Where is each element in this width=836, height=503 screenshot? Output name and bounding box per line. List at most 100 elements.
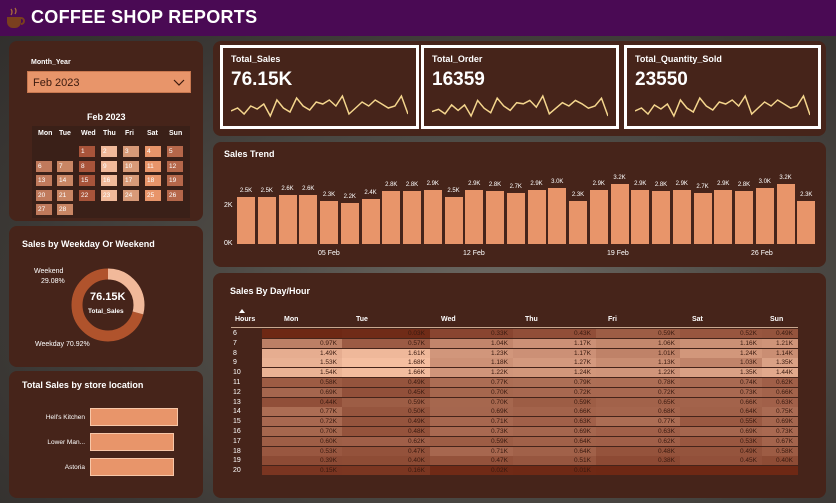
- heatmap-cell[interactable]: 0.77K: [430, 378, 513, 387]
- heatmap-cell[interactable]: [680, 466, 762, 476]
- trend-bar[interactable]: [237, 197, 255, 244]
- heatmap-cell[interactable]: 0.55K: [680, 417, 762, 427]
- heatmap-cell[interactable]: 1.17K: [513, 348, 596, 358]
- calendar-day[interactable]: 21: [57, 189, 73, 201]
- calendar-day[interactable]: 14: [57, 175, 73, 186]
- heatmap-cell[interactable]: 0.44K: [262, 397, 342, 407]
- trend-bar[interactable]: [382, 191, 401, 244]
- heatmap-cell[interactable]: 0.38K: [596, 456, 680, 466]
- heatmap-cell[interactable]: 0.72K: [596, 387, 680, 397]
- heatmap-cell[interactable]: 0.58K: [262, 378, 342, 387]
- heatmap-cell[interactable]: 1.22K: [430, 368, 513, 378]
- heatmap-cell[interactable]: 0.63K: [513, 417, 596, 427]
- heatmap-cell[interactable]: 0.77K: [596, 417, 680, 427]
- month-year-dropdown[interactable]: Feb 2023: [27, 71, 191, 93]
- heatmap-cell[interactable]: 0.49K: [680, 446, 762, 456]
- trend-bar[interactable]: [320, 200, 338, 244]
- heatmap-cell[interactable]: 1.13K: [596, 358, 680, 368]
- store-bar[interactable]: [90, 408, 178, 426]
- calendar-day[interactable]: 27: [36, 204, 52, 215]
- trend-bar[interactable]: [299, 195, 318, 244]
- heatmap-cell[interactable]: 0.72K: [513, 387, 596, 397]
- calendar-day[interactable]: 2: [101, 146, 117, 157]
- calendar-day[interactable]: 10: [123, 160, 139, 172]
- heatmap-cell[interactable]: [262, 329, 342, 338]
- heatmap-cell[interactable]: 1.18K: [430, 358, 513, 368]
- calendar-day[interactable]: 12: [167, 160, 183, 172]
- calendar-day[interactable]: 26: [167, 189, 183, 201]
- heatmap-cell[interactable]: 0.69K: [513, 427, 596, 436]
- heatmap-cell[interactable]: 0.50K: [342, 407, 430, 417]
- calendar-day[interactable]: 19: [167, 175, 183, 186]
- heatmap-cell[interactable]: 1.23K: [430, 348, 513, 358]
- heatmap-cell[interactable]: 0.49K: [762, 329, 798, 338]
- heatmap-cell[interactable]: 1.21K: [762, 338, 798, 348]
- trend-bar[interactable]: [361, 198, 380, 244]
- trend-bar[interactable]: [506, 193, 525, 244]
- heatmap-cell[interactable]: 0.49K: [342, 417, 430, 427]
- heatmap-cell[interactable]: 0.65K: [596, 397, 680, 407]
- heatmap-cell[interactable]: 0.53K: [262, 446, 342, 456]
- heatmap-cell[interactable]: 0.97K: [262, 338, 342, 348]
- heatmap-cell[interactable]: 1.14K: [762, 348, 798, 358]
- calendar-day[interactable]: 16: [101, 175, 117, 186]
- heatmap-cell[interactable]: 0.63K: [762, 397, 798, 407]
- trend-bar[interactable]: [693, 193, 712, 244]
- heatmap-cell[interactable]: 1.06K: [596, 338, 680, 348]
- heatmap-cell[interactable]: 0.62K: [762, 378, 798, 387]
- calendar-day[interactable]: 18: [145, 175, 161, 186]
- heatmap-cell[interactable]: 1.27K: [513, 358, 596, 368]
- heatmap-cell[interactable]: 0.45K: [342, 387, 430, 397]
- heatmap-cell[interactable]: 0.64K: [513, 436, 596, 446]
- calendar-day[interactable]: 3: [123, 146, 139, 157]
- heatmap-cell[interactable]: 0.49K: [342, 378, 430, 387]
- trend-bar[interactable]: [403, 191, 421, 244]
- heatmap-cell[interactable]: 0.63K: [596, 427, 680, 436]
- heatmap-cell[interactable]: 0.45K: [680, 456, 762, 466]
- heatmap-cell[interactable]: 0.60K: [262, 436, 342, 446]
- heatmap-cell[interactable]: 0.70K: [262, 427, 342, 436]
- trend-bar[interactable]: [610, 183, 629, 244]
- heatmap-cell[interactable]: 0.59K: [596, 329, 680, 338]
- heatmap-cell[interactable]: 0.67K: [762, 436, 798, 446]
- calendar-day[interactable]: 15: [79, 175, 95, 186]
- heatmap-cell[interactable]: 1.61K: [342, 348, 430, 358]
- heatmap-cell[interactable]: 0.64K: [513, 446, 596, 456]
- heatmap-cell[interactable]: 0.74K: [680, 378, 762, 387]
- heatmap-cell[interactable]: 1.22K: [596, 368, 680, 378]
- heatmap-cell[interactable]: 0.70K: [430, 387, 513, 397]
- heatmap-cell[interactable]: 0.71K: [430, 417, 513, 427]
- heatmap-cell[interactable]: 1.53K: [262, 358, 342, 368]
- calendar-day[interactable]: 5: [167, 146, 183, 157]
- heatmap-cell[interactable]: 1.24K: [680, 348, 762, 358]
- calendar-day[interactable]: 22: [79, 189, 95, 201]
- trend-bar[interactable]: [444, 197, 463, 244]
- heatmap-cell[interactable]: 1.66K: [342, 368, 430, 378]
- heatmap-cell[interactable]: 1.04K: [430, 338, 513, 348]
- calendar-day[interactable]: 24: [123, 189, 139, 201]
- trend-bar[interactable]: [569, 200, 587, 244]
- trend-bar[interactable]: [672, 189, 691, 244]
- heatmap-cell[interactable]: 0.68K: [596, 407, 680, 417]
- heatmap-cell[interactable]: 1.54K: [262, 368, 342, 378]
- heatmap-cell[interactable]: 0.03K: [342, 329, 430, 338]
- heatmap-cell[interactable]: 0.48K: [342, 427, 430, 436]
- heatmap-cell[interactable]: 0.43K: [513, 329, 596, 338]
- heatmap-cell[interactable]: 1.01K: [596, 348, 680, 358]
- heatmap-cell[interactable]: 1.16K: [680, 338, 762, 348]
- calendar-day[interactable]: 11: [145, 160, 161, 172]
- heatmap-cell[interactable]: 0.48K: [596, 446, 680, 456]
- heatmap-cell[interactable]: 0.01K: [513, 466, 596, 476]
- heatmap-cell[interactable]: 0.15K: [262, 466, 342, 476]
- trend-bar[interactable]: [278, 195, 297, 244]
- heatmap-cell[interactable]: 0.78K: [596, 378, 680, 387]
- heatmap-cell[interactable]: 0.69K: [430, 407, 513, 417]
- heatmap-cell[interactable]: 0.40K: [342, 456, 430, 466]
- heatmap-cell[interactable]: 0.73K: [430, 427, 513, 436]
- calendar-day[interactable]: 7: [57, 160, 73, 172]
- heatmap-cell[interactable]: 0.59K: [513, 397, 596, 407]
- heatmap-cell[interactable]: 0.47K: [430, 456, 513, 466]
- trend-bar[interactable]: [714, 189, 733, 244]
- heatmap-cell[interactable]: 0.51K: [513, 456, 596, 466]
- heatmap-cell[interactable]: 0.57K: [342, 338, 430, 348]
